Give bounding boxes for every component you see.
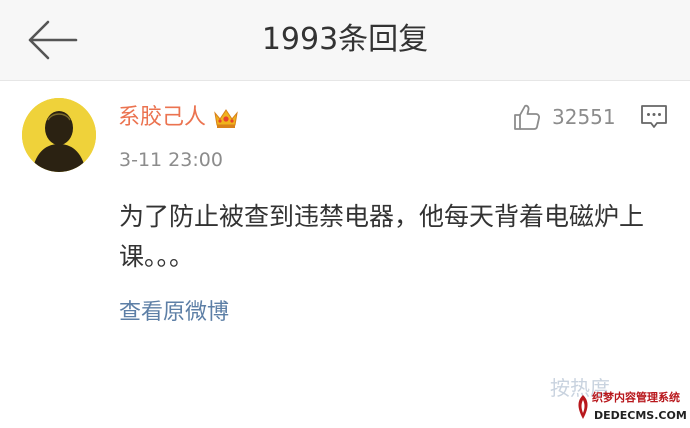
thumbs-up-icon — [514, 104, 540, 130]
like-button[interactable]: 32551 — [512, 101, 616, 133]
watermark-logo-icon — [578, 395, 588, 419]
watermark-en-text: DEDECMS.COM — [594, 409, 687, 422]
like-count: 32551 — [552, 105, 616, 129]
reply-button[interactable] — [640, 103, 668, 131]
comment-text: 为了防止被查到违禁电器，他每天背着电磁炉上课。。。 — [119, 202, 645, 271]
view-original-post-link[interactable]: 查看原微博 — [119, 298, 229, 328]
username[interactable]: 系胶己人 — [118, 101, 206, 135]
comment-bubble-icon — [641, 105, 667, 128]
top-bar: 1993条回复 — [0, 0, 690, 81]
avatar[interactable] — [22, 98, 96, 172]
watermark: 织梦内容管理系统 DEDECMS.COM — [572, 388, 690, 428]
page-title: 1993条回复 — [261, 22, 429, 57]
crown-icon — [214, 109, 238, 128]
comment-timestamp: 3-11 23:00 — [119, 149, 223, 171]
avatar-image — [22, 98, 96, 172]
username-row: 系胶己人 — [118, 101, 240, 135]
watermark-cn-text: 织梦内容管理系统 — [592, 391, 680, 404]
comment-card: 系胶己人 3-11 23:00 32551 为了防止被查到违禁电器，他每天背着电… — [0, 81, 690, 428]
